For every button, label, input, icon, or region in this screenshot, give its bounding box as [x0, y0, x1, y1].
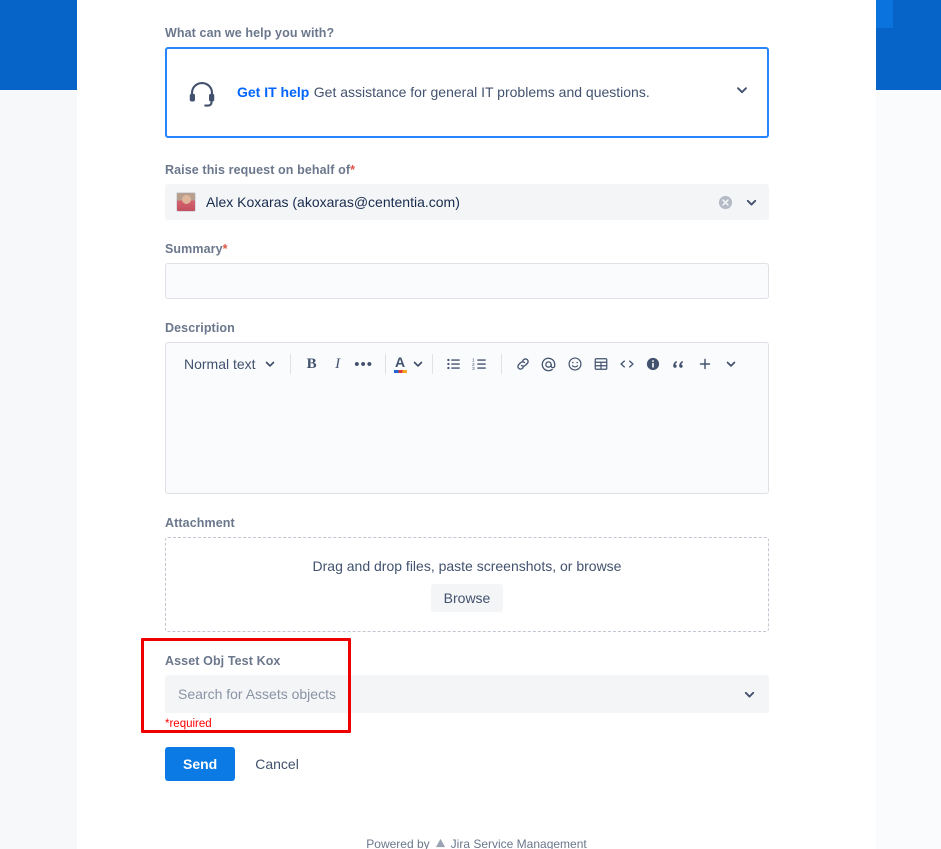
quote-icon[interactable]: [666, 350, 692, 378]
avatar: [176, 192, 196, 212]
request-form-card: What can we help you with? Get IT help G…: [77, 0, 876, 849]
bold-button[interactable]: B: [299, 350, 325, 378]
required-marker: *: [350, 163, 356, 177]
chevron-down-icon: [265, 361, 274, 367]
text-color-icon: A: [393, 354, 407, 373]
emoji-icon[interactable]: [562, 350, 588, 378]
color-swatch: [393, 370, 407, 373]
header-band-accent: [876, 0, 893, 28]
footer-brand-text: Jira Service Management: [450, 838, 587, 849]
send-button[interactable]: Send: [165, 747, 236, 781]
dropzone-text: Drag and drop files, paste screenshots, …: [312, 557, 622, 574]
request-type-selector[interactable]: Get IT help Get assistance for general I…: [165, 47, 769, 138]
description-editor[interactable]: Normal text B I ••• A 1 2 3: [165, 342, 769, 494]
footer-powered-by-text: Powered by: [366, 838, 430, 849]
form-actions: Send Cancel: [165, 747, 769, 781]
attachment-label: Attachment: [165, 516, 235, 530]
editor-toolbar: Normal text B I ••• A 1 2 3: [166, 343, 768, 385]
text-color-button[interactable]: A: [393, 350, 424, 378]
asset-search-input[interactable]: Search for Assets objects: [165, 675, 769, 713]
asset-search-placeholder: Search for Assets objects: [178, 686, 336, 702]
summary-label: Summary*: [165, 242, 769, 256]
page-root: What can we help you with? Get IT help G…: [0, 0, 941, 849]
on-behalf-of-label-text: Raise this request on behalf of: [165, 163, 351, 177]
chevron-down-icon: [413, 361, 422, 367]
summary-label-text: Summary: [165, 242, 223, 256]
toolbar-divider: [289, 354, 291, 374]
summary-group: Summary*: [165, 242, 769, 299]
plus-icon[interactable]: [692, 350, 718, 378]
toolbar-divider: [431, 354, 433, 374]
link-icon[interactable]: [510, 350, 536, 378]
asset-field-group: Asset Obj Test Kox Search for Assets obj…: [141, 638, 769, 733]
on-behalf-of-value: Alex Koxaras (akoxaras@cententia.com): [206, 194, 460, 210]
page-background-right: [876, 90, 941, 849]
bullet-list-icon[interactable]: [441, 350, 467, 378]
request-type-label: What can we help you with?: [165, 26, 335, 40]
request-type-text: Get IT help Get assistance for general I…: [237, 84, 725, 102]
footer: Powered by Jira Service Management: [77, 838, 876, 849]
asset-field-label: Asset Obj Test Kox: [165, 654, 281, 668]
description-group: Description Normal text B I ••• A 1 2 3: [165, 321, 769, 494]
request-type-description: Get assistance for general IT problems a…: [313, 83, 650, 100]
cancel-button[interactable]: Cancel: [245, 747, 309, 781]
text-color-letter: A: [395, 354, 406, 370]
description-label: Description: [165, 321, 235, 335]
headset-icon: [185, 76, 219, 110]
info-panel-icon[interactable]: [640, 350, 666, 378]
on-behalf-of-group: Raise this request on behalf of* Alex Ko…: [165, 163, 769, 220]
chevron-down-icon[interactable]: [745, 196, 758, 209]
description-textarea[interactable]: [166, 385, 768, 493]
toolbar-divider: [384, 354, 386, 374]
text-style-label: Normal text: [184, 356, 256, 372]
summary-input[interactable]: [165, 263, 769, 299]
on-behalf-of-label: Raise this request on behalf of*: [165, 163, 769, 177]
header-band-left: [0, 0, 77, 90]
numbered-list-icon[interactable]: 1 2 3: [467, 350, 493, 378]
clear-circle-icon[interactable]: [718, 195, 733, 210]
insert-chevron-down-icon[interactable]: [718, 350, 744, 378]
more-formatting-button[interactable]: •••: [351, 350, 377, 378]
table-icon[interactable]: [588, 350, 614, 378]
chevron-down-icon[interactable]: [725, 83, 749, 102]
text-style-dropdown[interactable]: Normal text: [174, 350, 282, 378]
jira-logo-icon: [435, 838, 445, 848]
page-background-left: [0, 90, 77, 849]
italic-button[interactable]: I: [325, 350, 351, 378]
toolbar-divider: [500, 354, 502, 374]
on-behalf-of-field[interactable]: Alex Koxaras (akoxaras@cententia.com): [165, 184, 769, 220]
browse-button[interactable]: Browse: [430, 583, 504, 612]
asset-required-error: *required: [165, 718, 212, 730]
request-type-title: Get IT help: [237, 83, 310, 100]
request-form: What can we help you with? Get IT help G…: [141, 26, 769, 781]
attachment-group: Attachment Drag and drop files, paste sc…: [165, 516, 769, 632]
code-icon[interactable]: [614, 350, 640, 378]
attachment-dropzone[interactable]: Drag and drop files, paste screenshots, …: [165, 537, 769, 632]
mention-icon[interactable]: [536, 350, 562, 378]
chevron-down-icon[interactable]: [743, 688, 756, 701]
svg-text:3: 3: [472, 366, 475, 372]
required-marker: *: [222, 242, 228, 256]
